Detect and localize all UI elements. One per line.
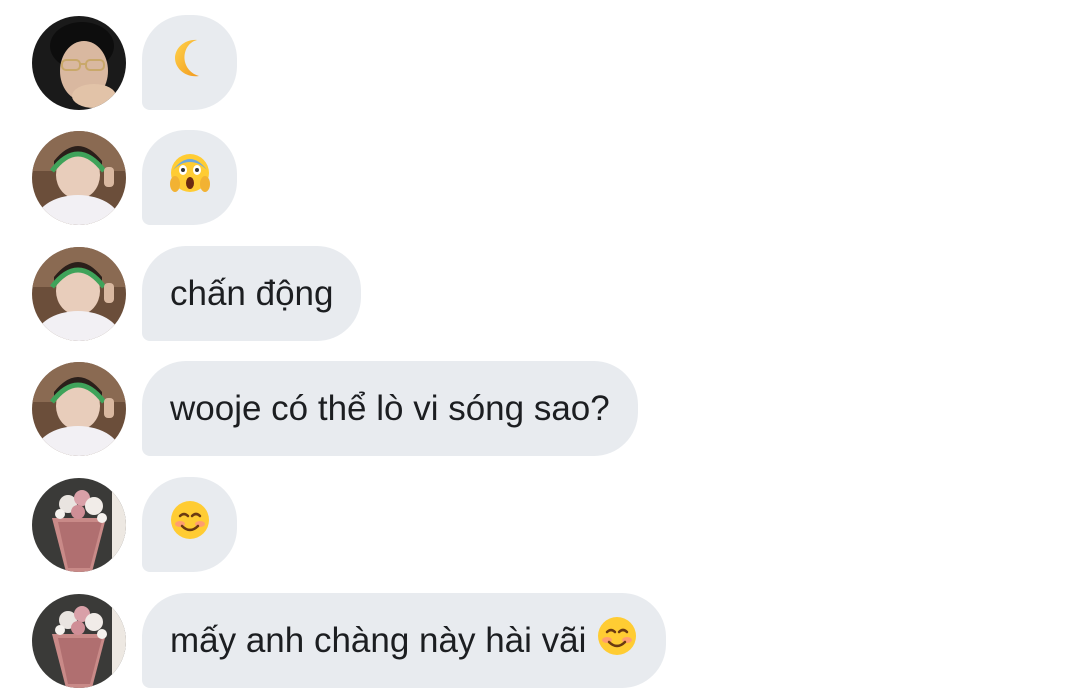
screaming-face-icon [169, 152, 211, 203]
message-row: chấn động [32, 246, 362, 341]
message-bubble[interactable]: chấn động [142, 246, 362, 341]
message-row: mấy anh chàng này hài vãi [32, 593, 667, 688]
smiling-face-icon [596, 615, 638, 666]
headphones-boy-avatar[interactable] [32, 361, 126, 456]
message-bubble[interactable]: wooje có thể lò vi sóng sao? [142, 361, 638, 456]
message-row [32, 130, 237, 225]
message-row: wooje có thể lò vi sóng sao? [32, 361, 638, 456]
message-bubble[interactable]: mấy anh chàng này hài vãi [142, 593, 667, 688]
flower-bouquet-avatar[interactable] [32, 477, 126, 572]
headphones-boy-avatar[interactable] [32, 246, 126, 341]
message-row [32, 15, 237, 110]
message-bubble[interactable] [142, 15, 237, 110]
glasses-man-avatar[interactable] [32, 15, 126, 110]
message-row [32, 477, 237, 572]
message-text: mấy anh chàng này hài vãi [170, 620, 587, 660]
flower-bouquet-avatar[interactable] [32, 593, 126, 688]
message-text: chấn động [170, 273, 334, 313]
headphones-boy-avatar[interactable] [32, 130, 126, 225]
message-bubble[interactable] [142, 477, 237, 572]
message-bubble[interactable] [142, 130, 237, 225]
smiling-face-icon [169, 499, 211, 550]
message-text: wooje có thể lò vi sóng sao? [170, 388, 610, 428]
chat-thread: chấn động wooje có thể lò vi sóng sao? m… [0, 0, 1080, 697]
crescent-moon-icon [173, 38, 207, 87]
